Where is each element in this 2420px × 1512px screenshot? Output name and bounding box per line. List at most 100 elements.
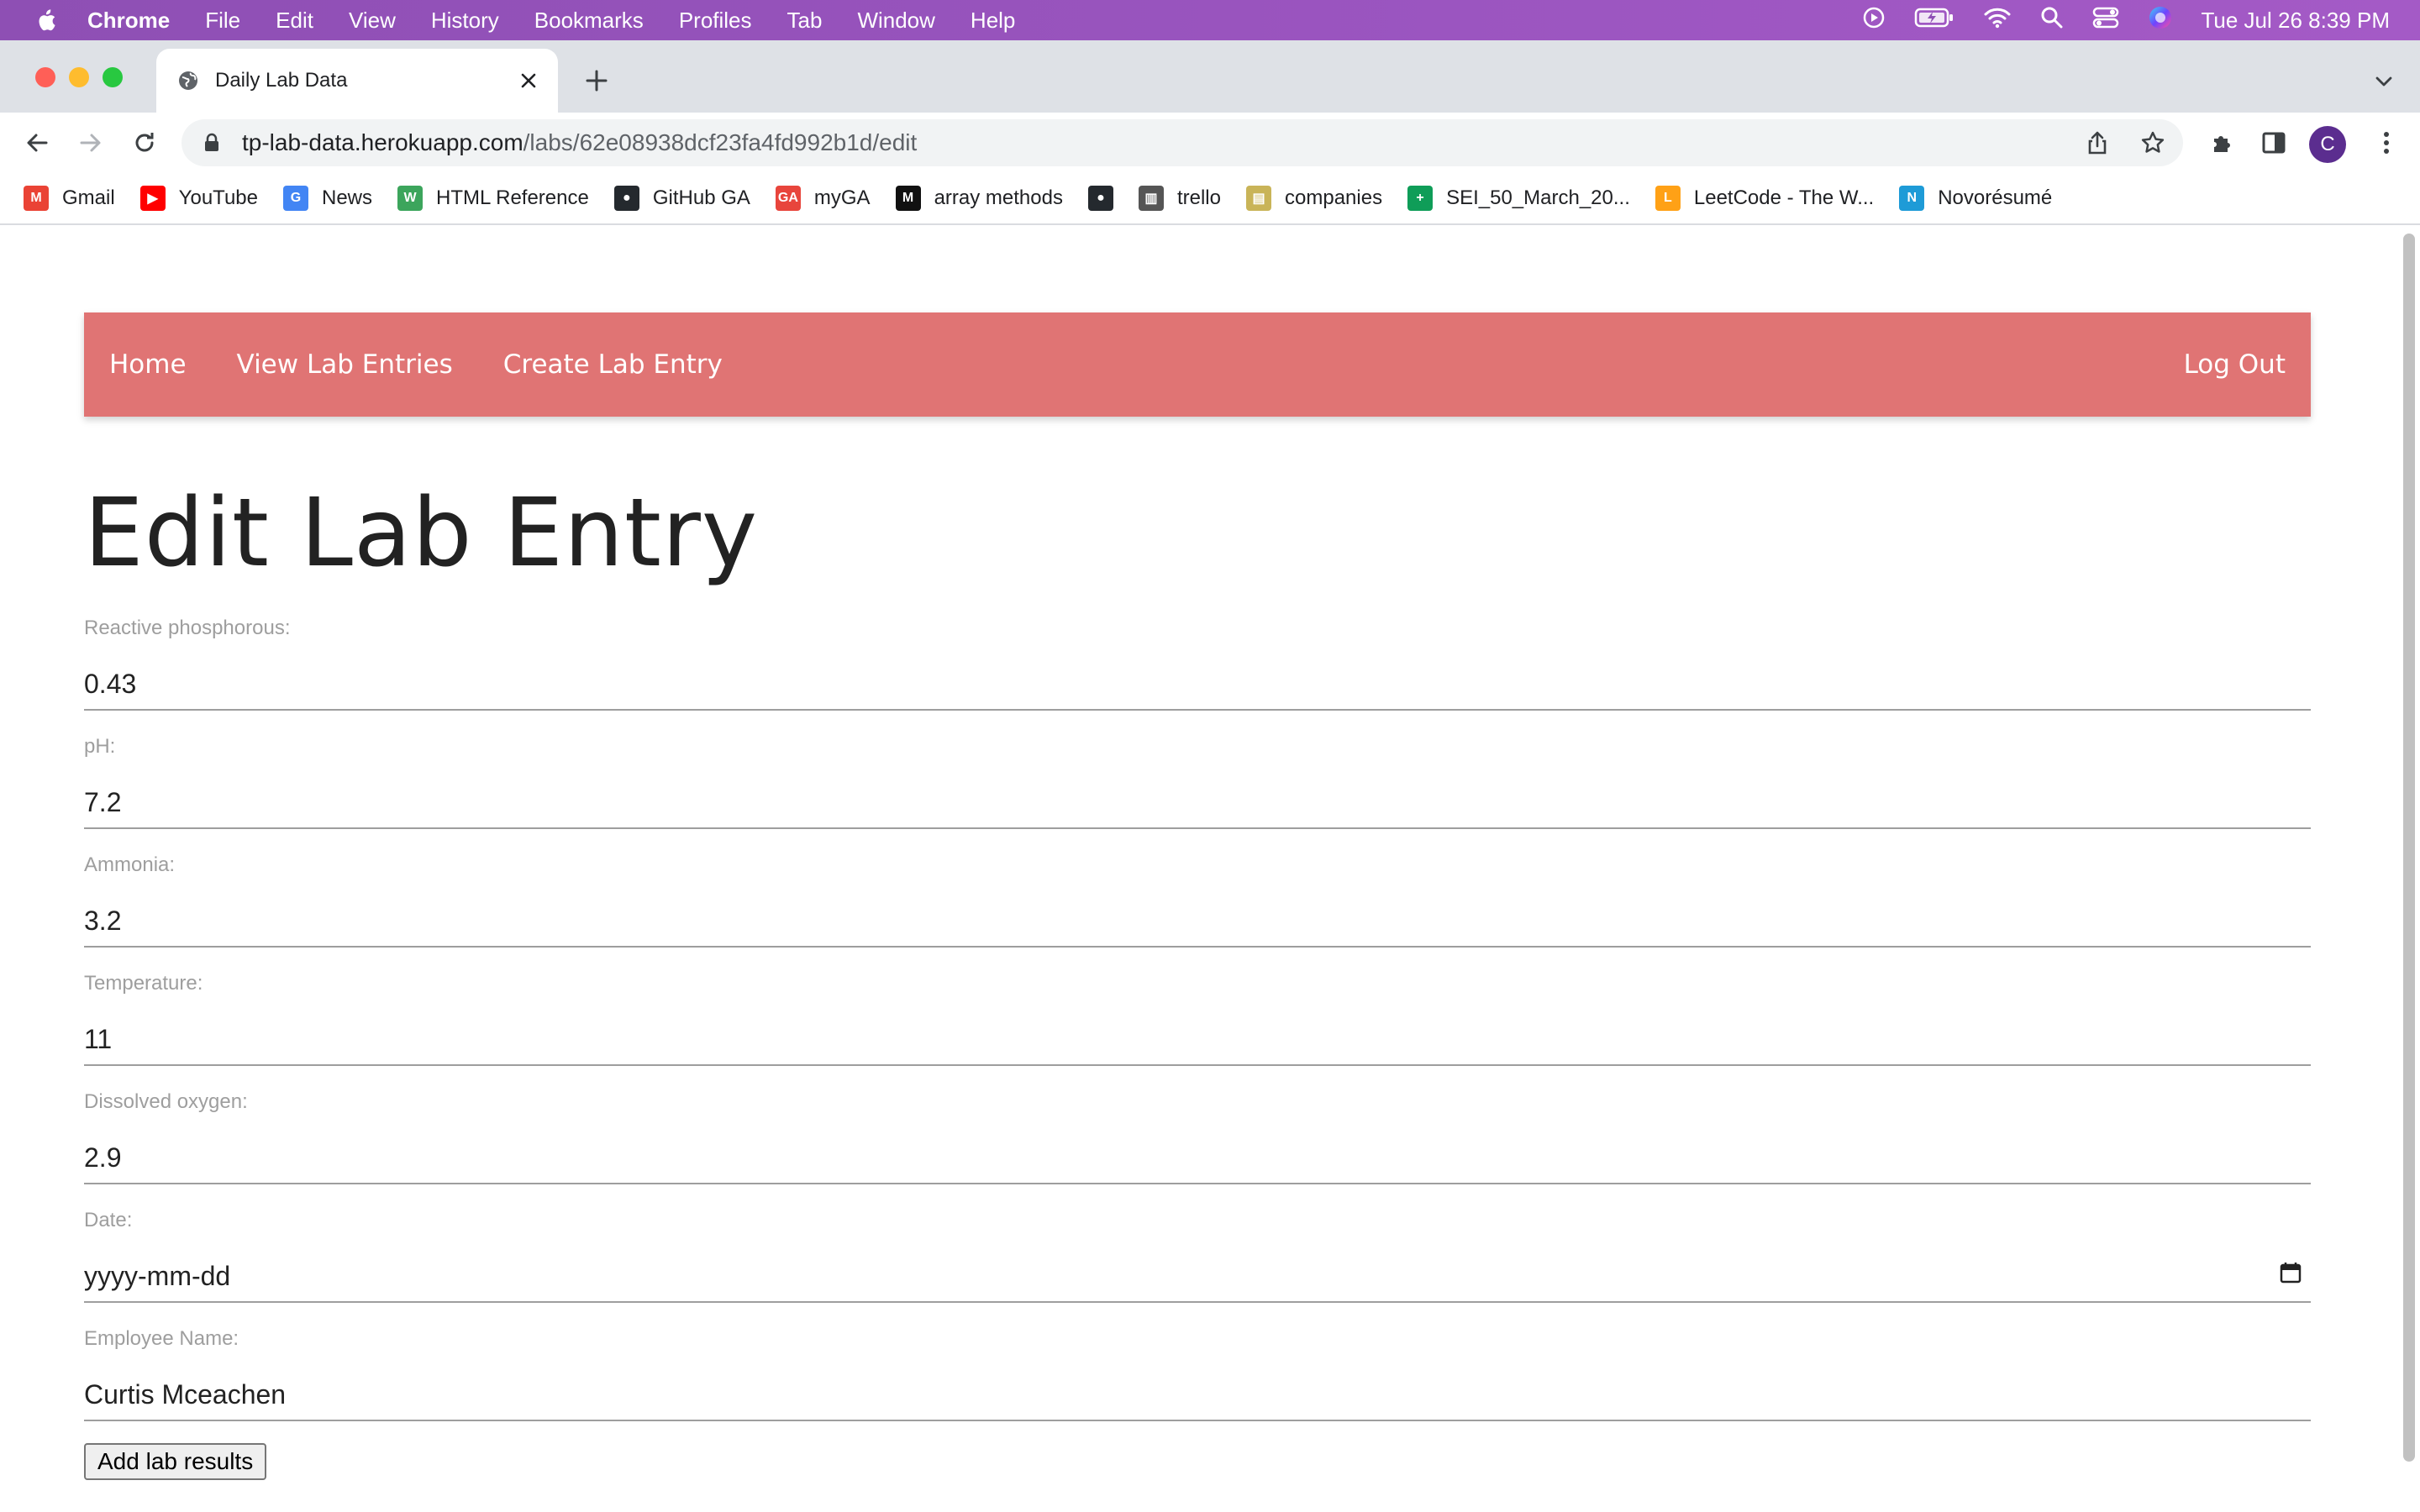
youtube-icon: ▶ <box>139 186 166 211</box>
tab-daily-lab-data[interactable]: Daily Lab Data <box>156 49 558 113</box>
bookmark-label: Gmail <box>62 186 115 209</box>
back-arrow-icon[interactable] <box>22 128 52 158</box>
field-employee-name: Employee Name: <box>84 1327 2311 1421</box>
dissolved-oxygen-input[interactable] <box>84 1132 2311 1184</box>
reactive-phosphorous-label: Reactive phosphorous: <box>84 617 291 639</box>
nav-log-out-link[interactable]: Log Out <box>2184 349 2286 380</box>
novoresume-icon: N <box>1899 186 1925 211</box>
menu-history[interactable]: History <box>431 8 499 34</box>
github-icon: ● <box>1087 186 1113 211</box>
address-bar[interactable]: tp-lab-data.herokuapp.com/labs/62e08938d… <box>182 119 2183 166</box>
bookmark-item[interactable]: W HTML Reference <box>397 186 589 211</box>
chrome-menu-kebab-icon[interactable] <box>2371 128 2402 158</box>
companies-icon: ▤ <box>1246 186 1271 211</box>
nav-view-lab-entries-link[interactable]: View Lab Entries <box>237 349 453 380</box>
share-icon[interactable] <box>2084 129 2111 156</box>
sheets-icon: + <box>1407 186 1434 211</box>
menu-bookmarks[interactable]: Bookmarks <box>534 8 644 34</box>
bookmark-item[interactable]: N Novorésumé <box>1899 186 2052 211</box>
bookmark-item[interactable]: ▥ trello <box>1138 186 1221 211</box>
menu-profiles[interactable]: Profiles <box>679 8 752 34</box>
side-panel-icon[interactable] <box>2259 128 2289 158</box>
macos-menu-bar: Chrome File Edit View History Bookmarks … <box>0 0 2420 40</box>
field-dissolved-oxygen: Dissolved oxygen: <box>84 1090 2311 1184</box>
bookmark-label: SEI_50_March_20... <box>1446 186 1630 209</box>
date-input-wrapper <box>84 1251 2311 1303</box>
date-input[interactable] <box>84 1251 2311 1303</box>
menu-tab[interactable]: Tab <box>787 8 823 34</box>
field-temperature: Temperature: <box>84 972 2311 1066</box>
extensions-puzzle-icon[interactable] <box>2207 128 2237 158</box>
ammonia-label: Ammonia: <box>84 853 176 876</box>
menu-clock[interactable]: Tue Jul 26 8:39 PM <box>2202 8 2391 34</box>
menu-app-name[interactable]: Chrome <box>87 8 170 34</box>
ammonia-input[interactable] <box>84 895 2311 948</box>
nav-create-lab-entry-link[interactable]: Create Lab Entry <box>503 349 723 380</box>
bookmark-item[interactable]: L LeetCode - The W... <box>1655 186 1874 211</box>
menu-view[interactable]: View <box>349 8 396 34</box>
window-zoom-button[interactable] <box>103 67 123 87</box>
apple-icon[interactable] <box>34 7 57 34</box>
calendar-icon[interactable] <box>2277 1259 2304 1286</box>
field-reactive-phosphorous: Reactive phosphorous: <box>84 617 2311 711</box>
reactive-phosphorous-input[interactable] <box>84 659 2311 711</box>
bookmark-item[interactable]: G News <box>282 186 372 211</box>
add-lab-results-button[interactable]: Add lab results <box>84 1443 267 1480</box>
battery-icon[interactable] <box>1914 7 1954 34</box>
tab-title: Daily Lab Data <box>215 69 348 92</box>
lock-icon[interactable] <box>202 131 222 155</box>
menu-help[interactable]: Help <box>971 8 1015 34</box>
temperature-label: Temperature: <box>84 972 203 995</box>
field-date: Date: <box>84 1209 2311 1303</box>
bookmark-item[interactable]: ● <box>1087 186 1113 211</box>
bookmark-item[interactable]: GA myGA <box>775 186 871 211</box>
forward-arrow-icon[interactable] <box>76 128 106 158</box>
reload-icon[interactable] <box>129 128 160 158</box>
dissolved-oxygen-label: Dissolved oxygen: <box>84 1090 248 1113</box>
bookmark-label: array methods <box>934 186 1063 209</box>
employee-name-input[interactable] <box>84 1369 2311 1421</box>
bookmark-item[interactable]: ▤ companies <box>1246 186 1382 211</box>
ph-input[interactable] <box>84 777 2311 829</box>
siri-icon[interactable] <box>2148 5 2173 36</box>
site-navbar: Home View Lab Entries Create Lab Entry L… <box>84 312 2311 417</box>
tab-search-chevron-down-icon[interactable] <box>2371 69 2396 94</box>
spotlight-search-icon[interactable] <box>2040 6 2064 35</box>
wifi-icon[interactable] <box>1983 7 2012 34</box>
control-center-icon[interactable] <box>2092 6 2119 35</box>
array-methods-icon: M <box>895 186 921 211</box>
temperature-input[interactable] <box>84 1014 2311 1066</box>
browser-toolbar: tp-lab-data.herokuapp.com/labs/62e08938d… <box>0 113 2420 173</box>
page-viewport: Home View Lab Entries Create Lab Entry L… <box>0 225 2420 1512</box>
html-reference-icon: W <box>397 186 423 211</box>
screen-record-icon[interactable] <box>1862 6 1886 35</box>
new-tab-plus-icon[interactable] <box>581 66 612 96</box>
window-close-button[interactable] <box>35 67 55 87</box>
nav-home-link[interactable]: Home <box>109 349 187 380</box>
page-scrollbar[interactable] <box>2403 234 2415 1462</box>
bookmark-item[interactable]: M Gmail <box>24 186 115 211</box>
bookmark-item[interactable]: + SEI_50_March_20... <box>1407 186 1630 211</box>
bookmark-item[interactable]: ▶ YouTube <box>139 186 258 211</box>
menu-file[interactable]: File <box>205 8 240 34</box>
field-ammonia: Ammonia: <box>84 853 2311 948</box>
gmail-icon: M <box>24 186 49 211</box>
menu-window[interactable]: Window <box>857 8 934 34</box>
bookmark-label: trello <box>1176 186 1221 209</box>
news-icon: G <box>282 186 308 211</box>
profile-avatar[interactable]: C <box>2309 126 2346 163</box>
bookmark-item[interactable]: Marray methods <box>895 186 1063 211</box>
ph-label: pH: <box>84 735 116 758</box>
bookmark-label: GitHub GA <box>652 186 750 209</box>
window-minimize-button[interactable] <box>69 67 89 87</box>
tab-close-icon[interactable] <box>516 68 541 93</box>
url-text[interactable]: tp-lab-data.herokuapp.com/labs/62e08938d… <box>242 129 917 156</box>
trello-icon: ▥ <box>1138 186 1164 211</box>
bookmark-item[interactable]: ● GitHub GA <box>613 186 750 211</box>
github-icon: ● <box>613 186 639 211</box>
employee-name-label: Employee Name: <box>84 1327 239 1350</box>
bookmark-star-icon[interactable] <box>2139 129 2166 156</box>
page-title: Edit Lab Entry <box>84 479 759 588</box>
url-host: tp-lab-data.herokuapp.com <box>242 129 523 155</box>
menu-edit[interactable]: Edit <box>276 8 313 34</box>
